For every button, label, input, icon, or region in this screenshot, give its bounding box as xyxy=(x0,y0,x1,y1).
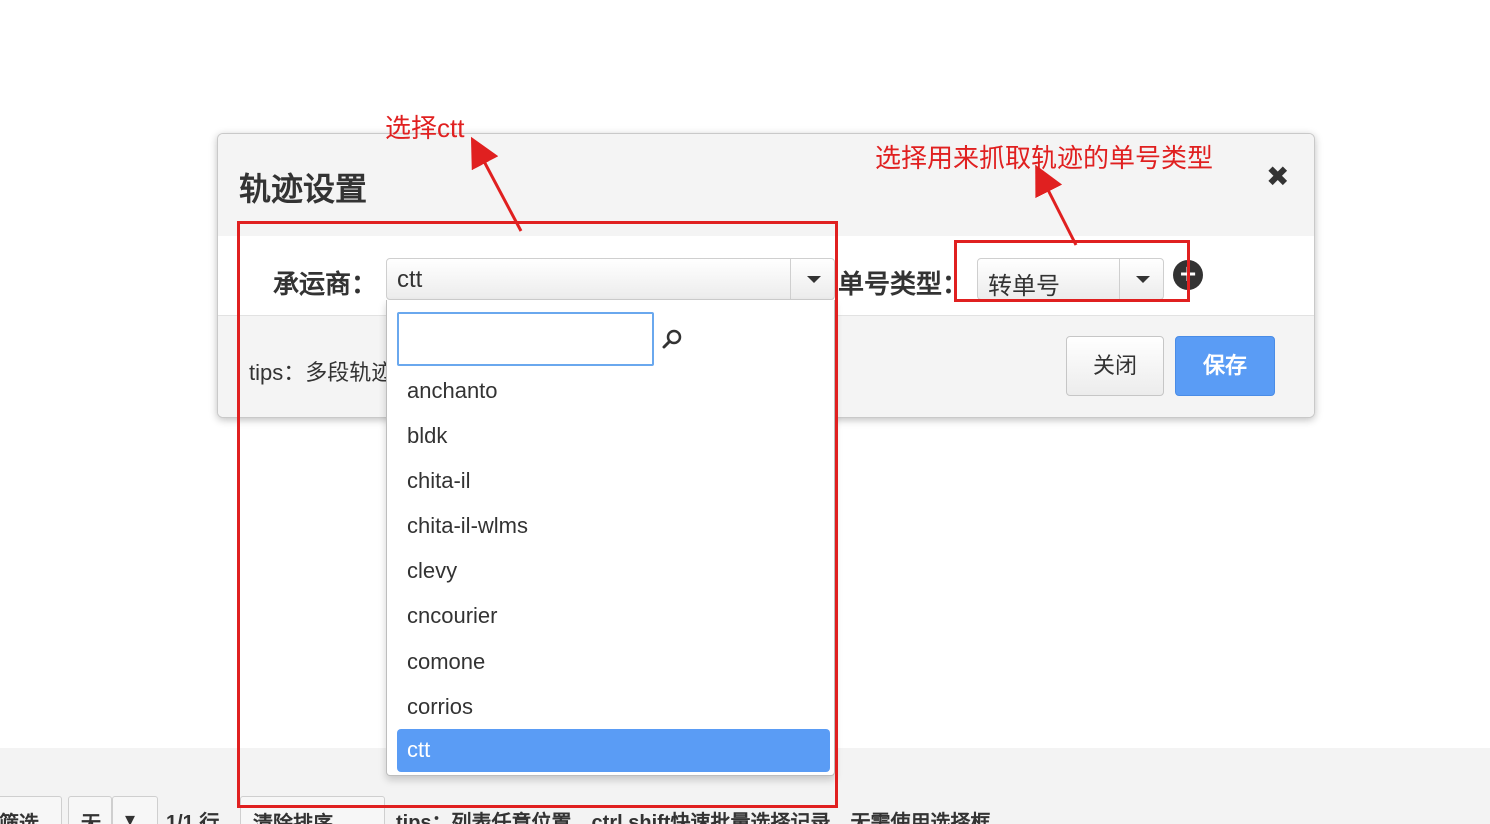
annotation-arrows xyxy=(470,136,1078,246)
arrow-to-carrier-label xyxy=(470,136,523,232)
annotation-select-number-type: 选择用来抓取轨迹的单号类型 xyxy=(875,143,1214,173)
page: 筛选 无 ▾ 1/1 行 清除排序 tips：列表任意位置，ctrl shift… xyxy=(0,0,1490,824)
arrow-to-number-type-label xyxy=(1035,164,1078,246)
annotation-select-carrier: 选择ctt xyxy=(385,113,465,143)
